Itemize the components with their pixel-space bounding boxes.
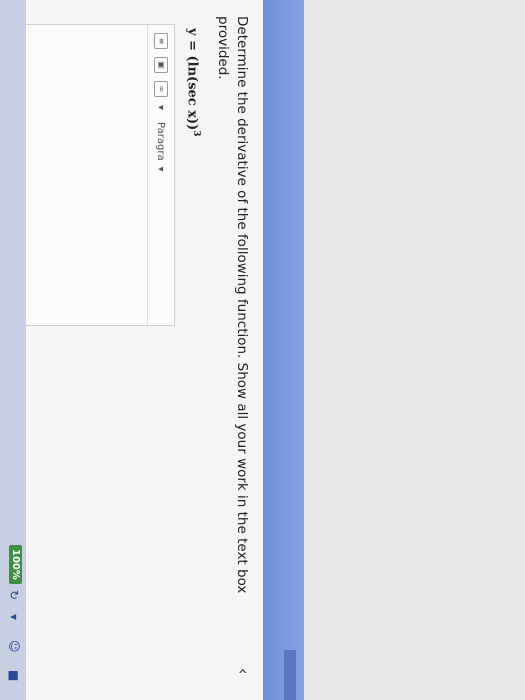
window-icon[interactable]: ■ bbox=[7, 670, 21, 681]
question-prompt: Determine the derivative of the followin… bbox=[215, 16, 250, 594]
link-icon[interactable]: ∞ bbox=[154, 81, 168, 97]
editor-toolbar: ≡ ▣ ∞ ▾ Paragra ▾ bbox=[147, 25, 174, 325]
function-exponent: 3 bbox=[191, 130, 201, 137]
taskbar-tray bbox=[284, 650, 296, 700]
paragraph-select-label: Paragra bbox=[155, 122, 167, 161]
question-page: ‹ › Determine the derivative of the foll… bbox=[0, 0, 263, 700]
table-icon[interactable]: ≡ bbox=[154, 33, 168, 49]
chevron-down-icon: ▾ bbox=[155, 166, 167, 172]
chevron-up-icon[interactable]: ‹ bbox=[234, 668, 253, 674]
image-icon[interactable]: ▣ bbox=[154, 57, 168, 73]
user-icon[interactable]: ☺ bbox=[7, 640, 21, 653]
screen bbox=[262, 0, 525, 700]
refresh-icon[interactable]: ↻ bbox=[7, 590, 21, 600]
paragraph-select[interactable]: Paragra ▾ bbox=[154, 118, 169, 176]
function-formula: y = (ln(sec x))3 bbox=[185, 28, 201, 137]
dropdown-arrow-icon[interactable]: ▾ bbox=[156, 105, 167, 110]
answer-editor[interactable]: ≡ ▣ ∞ ▾ Paragra ▾ bbox=[23, 24, 175, 326]
taskbar bbox=[262, 0, 304, 700]
arrow-icon[interactable]: ▾ bbox=[7, 614, 21, 620]
status-bar: 100% ↻ ▾ ☺ ■ bbox=[0, 0, 26, 700]
zoom-level[interactable]: 100% bbox=[9, 545, 22, 584]
function-text: y = (ln(sec x)) bbox=[184, 28, 200, 131]
